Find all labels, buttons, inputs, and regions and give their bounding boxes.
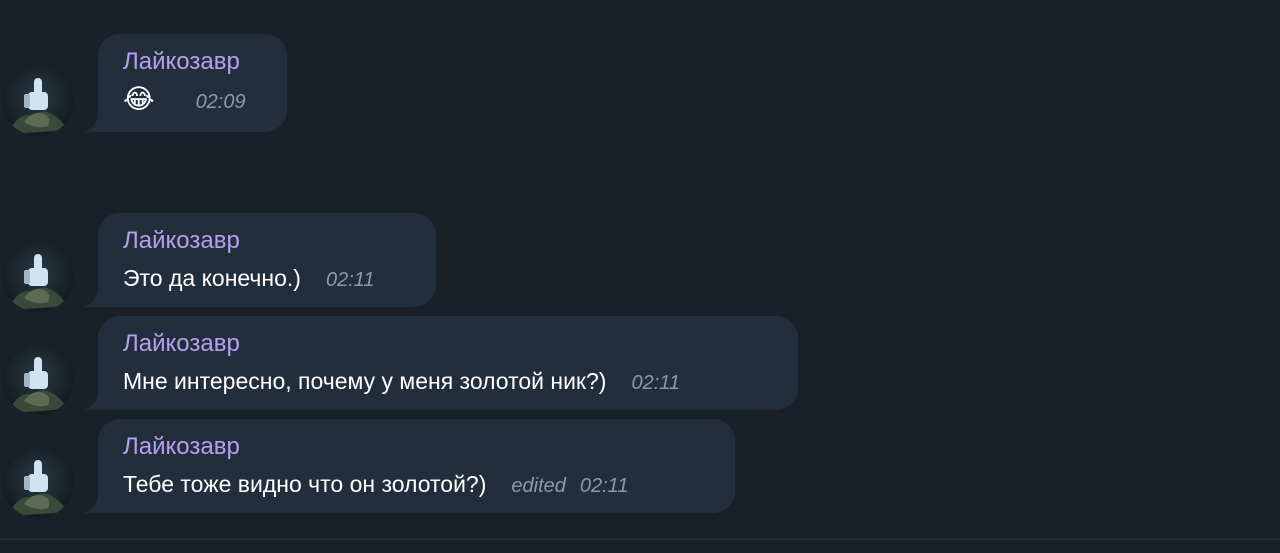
message-author[interactable]: Лайкозавр	[123, 50, 261, 74]
message-bubble[interactable]: Лайкозавр Тебе тоже видно что он золотой…	[98, 419, 735, 513]
message-bubble[interactable]: Лайкозавр Это да конечно.) 02:11	[98, 213, 436, 307]
edited-label: edited	[511, 475, 566, 497]
thumbs-up-dinosaur-icon	[12, 357, 68, 413]
message-time: 02:11	[579, 475, 629, 497]
message-time: 02:11	[325, 269, 375, 291]
avatar[interactable]	[2, 343, 74, 415]
message-author[interactable]: Лайкозавр	[123, 229, 410, 253]
message-text: Тебе тоже видно что он золотой?)	[123, 471, 487, 497]
thumbs-up-dinosaur-icon	[12, 460, 68, 516]
avatar[interactable]	[2, 446, 74, 518]
message-text: Это да конечно.)	[123, 265, 301, 291]
message-author[interactable]: Лайкозавр	[123, 435, 709, 459]
message-bubble[interactable]: Лайкозавр 😂 02:09	[98, 34, 287, 132]
thumbs-up-dinosaur-icon	[12, 78, 68, 134]
thumbs-up-dinosaur-icon	[12, 254, 68, 310]
message-time: 02:09	[195, 91, 246, 113]
avatar[interactable]	[2, 64, 74, 136]
message-text: Мне интересно, почему у меня золотой ник…	[123, 368, 607, 394]
avatar[interactable]	[2, 240, 74, 312]
message-text: 😂	[123, 84, 155, 114]
message-author[interactable]: Лайкозавр	[123, 332, 772, 356]
message-bubble[interactable]: Лайкозавр Мне интересно, почему у меня з…	[98, 316, 798, 410]
chat-area: Лайкозавр 😂 02:09 Лайкозавр Это да конеч…	[0, 0, 1280, 553]
input-divider	[0, 538, 1280, 540]
message-time: 02:11	[631, 372, 681, 394]
